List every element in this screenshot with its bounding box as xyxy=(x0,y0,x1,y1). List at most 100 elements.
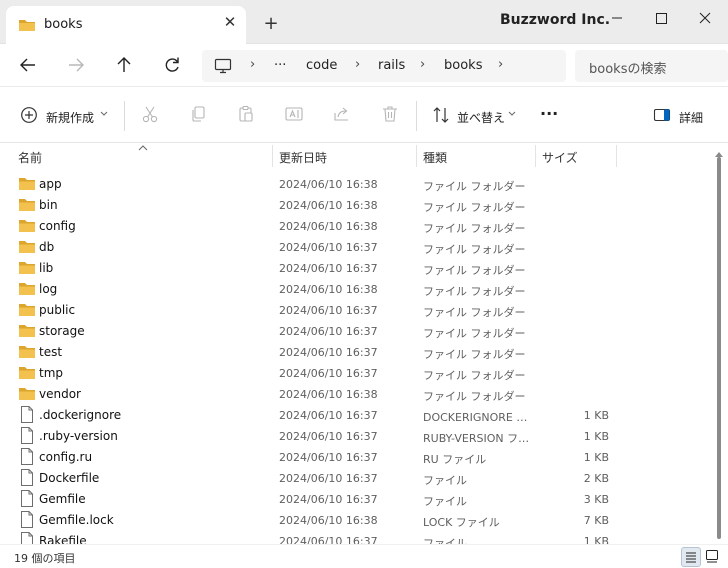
item-count: 19 個の項目 xyxy=(14,552,76,565)
folder-icon xyxy=(18,365,36,384)
scrollbar-thumb[interactable] xyxy=(717,157,721,539)
details-pane-button[interactable]: 詳細 xyxy=(653,104,713,128)
file-row[interactable]: db 2024/06/10 16:37 ファイル フォルダー xyxy=(0,237,708,258)
tab-books[interactable]: books ✕ xyxy=(6,6,246,44)
back-button[interactable] xyxy=(15,53,41,77)
file-type: ファイル フォルダー xyxy=(423,306,526,319)
column-size[interactable]: サイズ xyxy=(542,149,578,166)
minimize-button[interactable] xyxy=(594,4,640,32)
close-tab-icon[interactable]: ✕ xyxy=(220,12,240,32)
sort-button[interactable]: 並べ替え xyxy=(432,104,518,128)
details-view-button[interactable] xyxy=(681,547,701,567)
column-divider[interactable] xyxy=(416,145,417,167)
forward-button[interactable] xyxy=(63,53,89,77)
file-row[interactable]: Dockerfile 2024/06/10 16:37 ファイル 2 KB xyxy=(0,468,708,489)
address-bar[interactable]: › ··· code › rails › books › xyxy=(202,50,566,82)
maximize-button[interactable] xyxy=(638,4,684,32)
new-button[interactable]: 新規作成 xyxy=(20,104,110,128)
file-row[interactable]: Rakefile 2024/06/10 16:37 ファイル 1 KB xyxy=(0,531,708,544)
breadcrumb-rails[interactable]: rails xyxy=(378,58,405,73)
column-type[interactable]: 種類 xyxy=(423,149,447,166)
more-icon: ··· xyxy=(540,104,559,123)
file-icon xyxy=(20,490,34,510)
file-row[interactable]: vendor 2024/06/10 16:38 ファイル フォルダー xyxy=(0,384,708,405)
breadcrumb-books[interactable]: books xyxy=(444,58,482,73)
up-button[interactable] xyxy=(111,53,137,77)
file-type: ファイル フォルダー xyxy=(423,327,526,340)
column-name[interactable]: 名前 xyxy=(18,149,42,166)
sort-button-label: 並べ替え xyxy=(457,111,506,125)
column-divider[interactable] xyxy=(535,145,536,167)
folder-icon xyxy=(18,323,36,342)
file-row[interactable]: bin 2024/06/10 16:38 ファイル フォルダー xyxy=(0,195,708,216)
file-row[interactable]: Gemfile 2024/06/10 16:37 ファイル 3 KB xyxy=(0,489,708,510)
file-icon xyxy=(20,532,34,544)
paste-button[interactable] xyxy=(236,104,256,128)
column-divider[interactable] xyxy=(616,145,617,167)
file-row[interactable]: lib 2024/06/10 16:37 ファイル フォルダー xyxy=(0,258,708,279)
file-date: 2024/06/10 16:37 xyxy=(279,367,378,380)
copy-button[interactable] xyxy=(188,104,208,128)
file-row[interactable]: .dockerignore 2024/06/10 16:37 DOCKERIGNOR… xyxy=(0,405,708,426)
close-window-button[interactable] xyxy=(682,4,728,32)
vertical-scrollbar[interactable] xyxy=(710,143,728,544)
navigation-bar: › ··· code › rails › books › booksの検索 xyxy=(0,44,728,86)
file-row[interactable]: Gemfile.lock 2024/06/10 16:38 LOCK ファイル 7 K… xyxy=(0,510,708,531)
file-date: 2024/06/10 16:37 xyxy=(279,430,378,443)
file-row[interactable]: .ruby-version 2024/06/10 16:37 RUBY-VERSIO… xyxy=(0,426,708,447)
file-type: ファイル xyxy=(423,495,467,508)
file-name: tmp xyxy=(39,366,64,380)
large-icons-view-button[interactable] xyxy=(703,547,723,567)
file-name: app xyxy=(39,177,62,191)
column-header: 名前 更新日時 種類 サイズ xyxy=(0,143,710,169)
new-button-label: 新規作成 xyxy=(46,111,95,125)
file-type: ファイル xyxy=(423,474,467,487)
folder-icon xyxy=(18,176,36,195)
file-list: app 2024/06/10 16:38 ファイル フォルダー bin 2024/06/… xyxy=(0,174,708,544)
file-type: ファイル フォルダー xyxy=(423,264,526,277)
file-row[interactable]: test 2024/06/10 16:37 ファイル フォルダー xyxy=(0,342,708,363)
file-name: Gemfile xyxy=(39,492,86,506)
toolbar-divider xyxy=(124,101,125,131)
file-row[interactable]: log 2024/06/10 16:38 ファイル フォルダー xyxy=(0,279,708,300)
file-date: 2024/06/10 16:38 xyxy=(279,388,378,401)
file-name: .ruby-version xyxy=(39,429,118,443)
file-row[interactable]: tmp 2024/06/10 16:37 ファイル フォルダー xyxy=(0,363,708,384)
folder-icon xyxy=(18,344,36,363)
file-size: 1 KB xyxy=(583,535,609,544)
breadcrumb-code[interactable]: code xyxy=(306,58,337,73)
sort-ascending-icon xyxy=(137,141,149,155)
rename-button[interactable] xyxy=(284,104,304,128)
share-button[interactable] xyxy=(332,104,352,128)
delete-button[interactable] xyxy=(380,104,400,128)
column-divider[interactable] xyxy=(272,145,273,167)
file-icon xyxy=(20,427,34,447)
toolbar-divider xyxy=(416,101,417,131)
column-date[interactable]: 更新日時 xyxy=(279,149,327,166)
file-type: ファイル フォルダー xyxy=(423,243,526,256)
file-date: 2024/06/10 16:38 xyxy=(279,514,378,527)
file-name: .dockerignore xyxy=(39,408,122,422)
breadcrumb-overflow[interactable]: ··· xyxy=(274,58,286,73)
file-row[interactable]: config.ru 2024/06/10 16:37 RU ファイル 1 KB xyxy=(0,447,708,468)
file-row[interactable]: config 2024/06/10 16:38 ファイル フォルダー xyxy=(0,216,708,237)
file-row[interactable]: app 2024/06/10 16:38 ファイル フォルダー xyxy=(0,174,708,195)
new-tab-button[interactable]: + xyxy=(259,12,283,36)
this-pc-icon xyxy=(214,58,232,77)
file-size: 1 KB xyxy=(583,409,609,422)
folder-icon xyxy=(18,281,36,300)
add-icon xyxy=(20,106,38,127)
file-type: ファイル フォルダー xyxy=(423,201,526,214)
file-row[interactable]: storage 2024/06/10 16:37 ファイル フォルダー xyxy=(0,321,708,342)
chevron-right-icon: › xyxy=(250,57,256,72)
details-pane-label: 詳細 xyxy=(679,111,704,125)
see-more-button[interactable]: ··· xyxy=(540,104,560,128)
file-size: 7 KB xyxy=(583,514,609,527)
file-type: ファイル フォルダー xyxy=(423,390,526,403)
search-box[interactable]: booksの検索 xyxy=(575,50,728,82)
cut-button[interactable] xyxy=(140,104,160,128)
refresh-button[interactable] xyxy=(159,53,185,77)
file-name: db xyxy=(39,240,55,254)
file-row[interactable]: public 2024/06/10 16:37 ファイル フォルダー xyxy=(0,300,708,321)
file-date: 2024/06/10 16:37 xyxy=(279,409,378,422)
